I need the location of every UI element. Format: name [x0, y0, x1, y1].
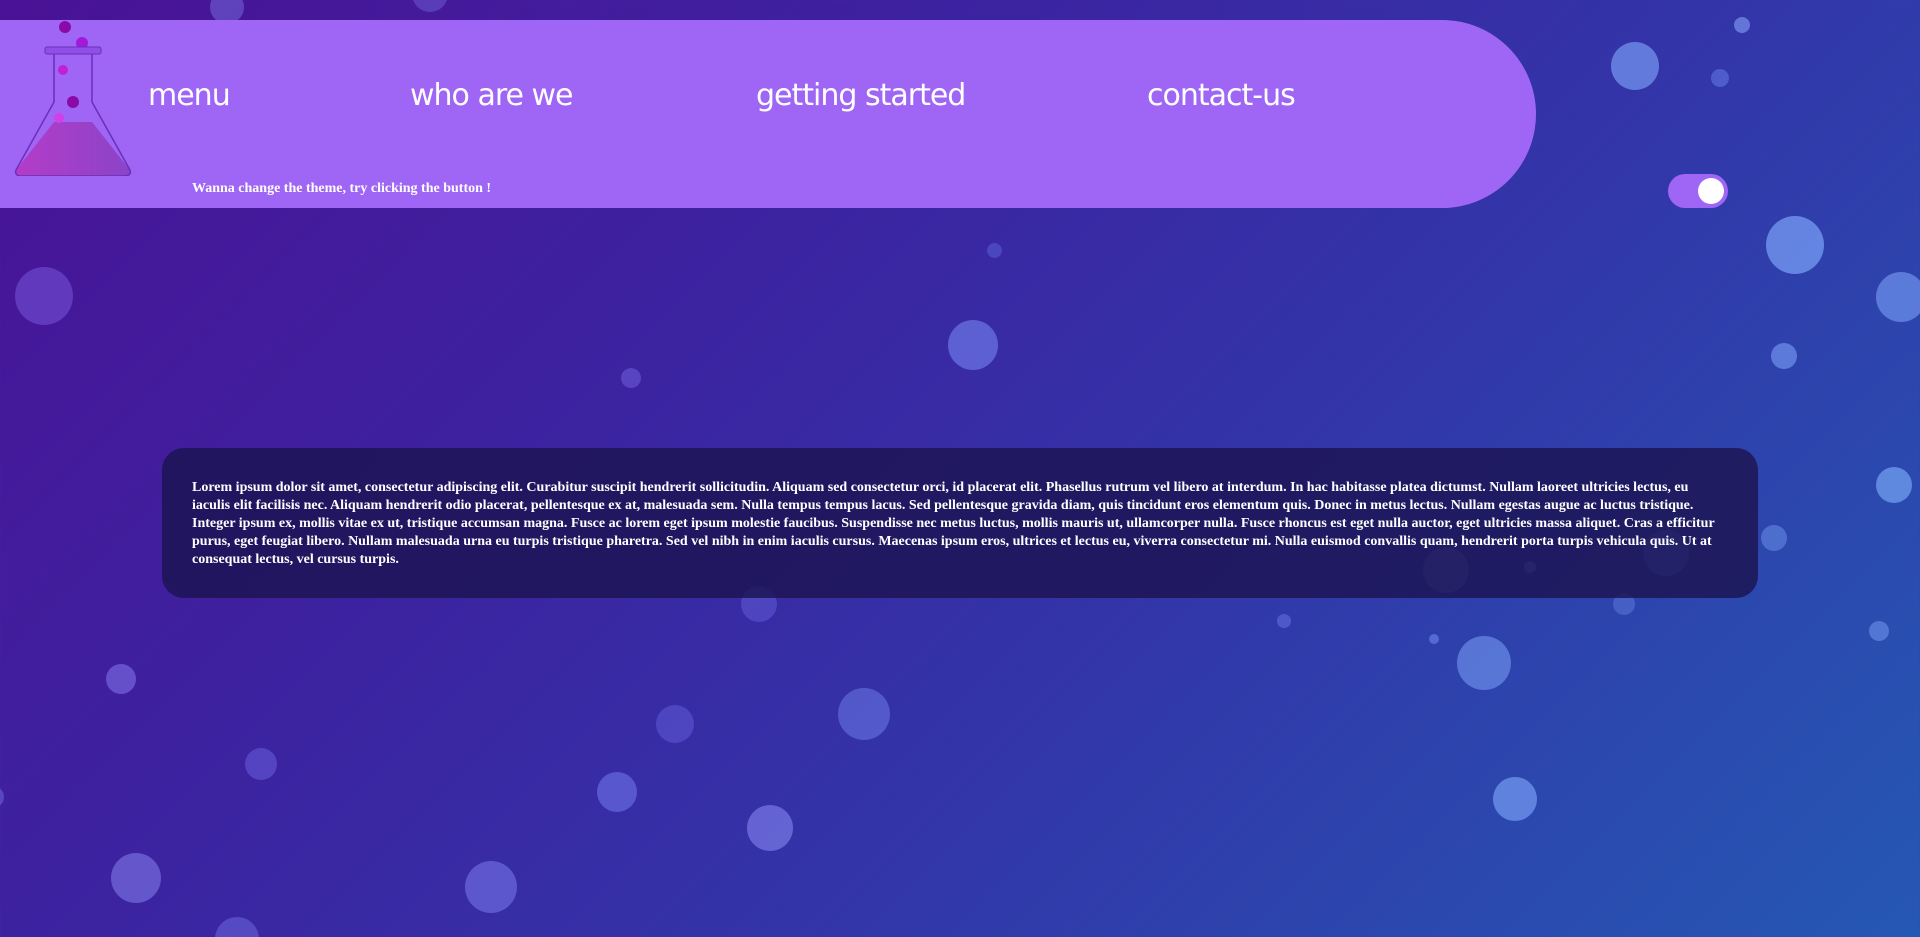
bubble — [1277, 614, 1291, 628]
bubble — [948, 320, 998, 370]
nav-link-contact-us[interactable]: contact-us — [1147, 76, 1296, 116]
bubble — [1711, 69, 1729, 87]
theme-hint-text: Wanna change the theme, try clicking the… — [192, 181, 492, 196]
nav-link-getting-started[interactable]: getting started — [756, 76, 966, 116]
bubble — [1876, 467, 1912, 503]
bubble — [838, 688, 890, 740]
nav-link-menu[interactable]: menu — [148, 76, 231, 116]
nav-link-who-are-we[interactable]: who are we — [410, 76, 573, 116]
bubble — [106, 664, 136, 694]
content-paragraph: Lorem ipsum dolor sit amet, consectetur … — [192, 480, 1715, 567]
bubble — [465, 861, 517, 913]
theme-toggle[interactable] — [1668, 174, 1728, 208]
bubble — [597, 772, 637, 812]
bubble — [1611, 42, 1659, 90]
bubble — [215, 917, 259, 937]
bubble — [656, 705, 694, 743]
bubble — [1869, 621, 1889, 641]
bubble — [0, 786, 4, 808]
bubble — [111, 853, 161, 903]
content-card: Lorem ipsum dolor sit amet, consectetur … — [162, 448, 1758, 598]
bubble — [987, 243, 1002, 258]
bubble — [1734, 17, 1750, 33]
bubble — [1766, 216, 1824, 274]
bubble — [1771, 343, 1797, 369]
bubble — [1493, 777, 1537, 821]
flask-icon[interactable] — [10, 20, 140, 177]
bubble — [15, 267, 73, 325]
toggle-knob[interactable] — [1698, 178, 1724, 204]
bubble — [1429, 634, 1439, 644]
bubble — [245, 748, 277, 780]
bubble — [621, 368, 641, 388]
bubble — [747, 805, 793, 851]
bubble — [1457, 636, 1511, 690]
bubble — [1876, 272, 1920, 322]
bubble — [1761, 525, 1787, 551]
bubble — [412, 0, 448, 12]
